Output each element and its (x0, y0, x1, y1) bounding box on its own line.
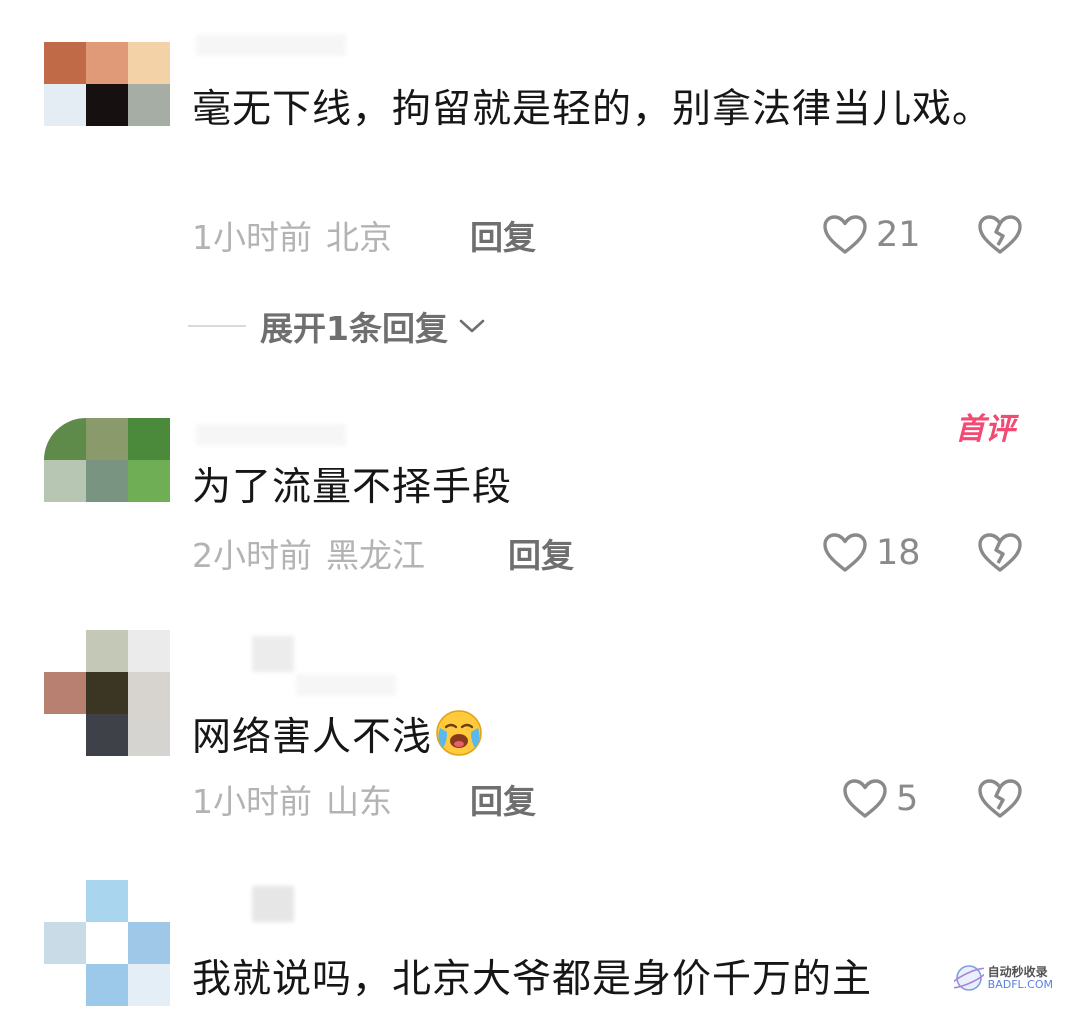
comment-location: 北京 (326, 218, 392, 257)
avatar[interactable] (44, 42, 170, 126)
avatar[interactable] (44, 880, 170, 1006)
watermark-url: BADFL.COM (987, 978, 1053, 991)
comment-text: 毫无下线，拘留就是轻的，别拿法律当儿戏。 (192, 87, 993, 132)
comment-meta: 1小时前 北京 (192, 218, 392, 258)
avatar[interactable] (44, 630, 170, 756)
comment-location: 黑龙江 (326, 536, 425, 575)
comment-text: 为了流量不择手段 (192, 465, 513, 510)
heart-icon (823, 215, 867, 254)
like-button[interactable]: 21 (822, 214, 921, 256)
like-count: 21 (876, 215, 921, 255)
reply-button[interactable]: 回复 (470, 218, 536, 258)
crying-emoji-icon (436, 710, 482, 756)
like-button[interactable]: 5 (842, 778, 918, 820)
username-blurred[interactable] (296, 674, 396, 696)
expand-replies[interactable]: 展开1条回复 (188, 302, 486, 350)
comment-time: 1小时前 (192, 218, 312, 257)
broken-heart-icon[interactable] (977, 214, 1023, 256)
comment-text: 我就说吗，北京大爷都是身价千万的主 (192, 957, 873, 1002)
comment-text: 网络害人不浅 (192, 708, 1027, 766)
first-comment-badge: 首评 (939, 404, 1015, 448)
username-blurred[interactable] (252, 636, 294, 672)
comment-meta: 2小时前 黑龙江 (192, 536, 425, 576)
expand-replies-label: 展开1条回复 (260, 309, 448, 348)
comment-location: 山东 (326, 782, 392, 821)
site-watermark: 自动秒收录 BADFL.COM (953, 963, 1053, 993)
broken-heart-icon[interactable] (977, 532, 1023, 574)
comment-time: 1小时前 (192, 782, 312, 821)
chevron-down-icon (459, 319, 485, 333)
like-button[interactable]: 18 (822, 532, 921, 574)
divider (188, 325, 246, 327)
username-blurred[interactable] (252, 886, 294, 922)
globe-logo-icon (953, 965, 984, 991)
broken-heart-icon[interactable] (977, 778, 1023, 820)
comment-meta: 1小时前 山东 (192, 782, 392, 822)
watermark-text: 自动秒收录 BADFL.COM (988, 965, 1053, 991)
comment-text-content: 网络害人不浅 (192, 715, 433, 760)
comment-time: 2小时前 (192, 536, 312, 575)
heart-icon (843, 779, 887, 818)
like-count: 18 (876, 533, 921, 573)
avatar[interactable] (44, 418, 170, 502)
reply-button[interactable]: 回复 (508, 536, 574, 576)
reply-button[interactable]: 回复 (470, 782, 536, 822)
username-blurred[interactable] (196, 424, 346, 446)
username-blurred[interactable] (196, 34, 346, 56)
heart-icon (823, 533, 867, 572)
like-count: 5 (896, 779, 919, 819)
watermark-title: 自动秒收录 (987, 965, 1048, 979)
